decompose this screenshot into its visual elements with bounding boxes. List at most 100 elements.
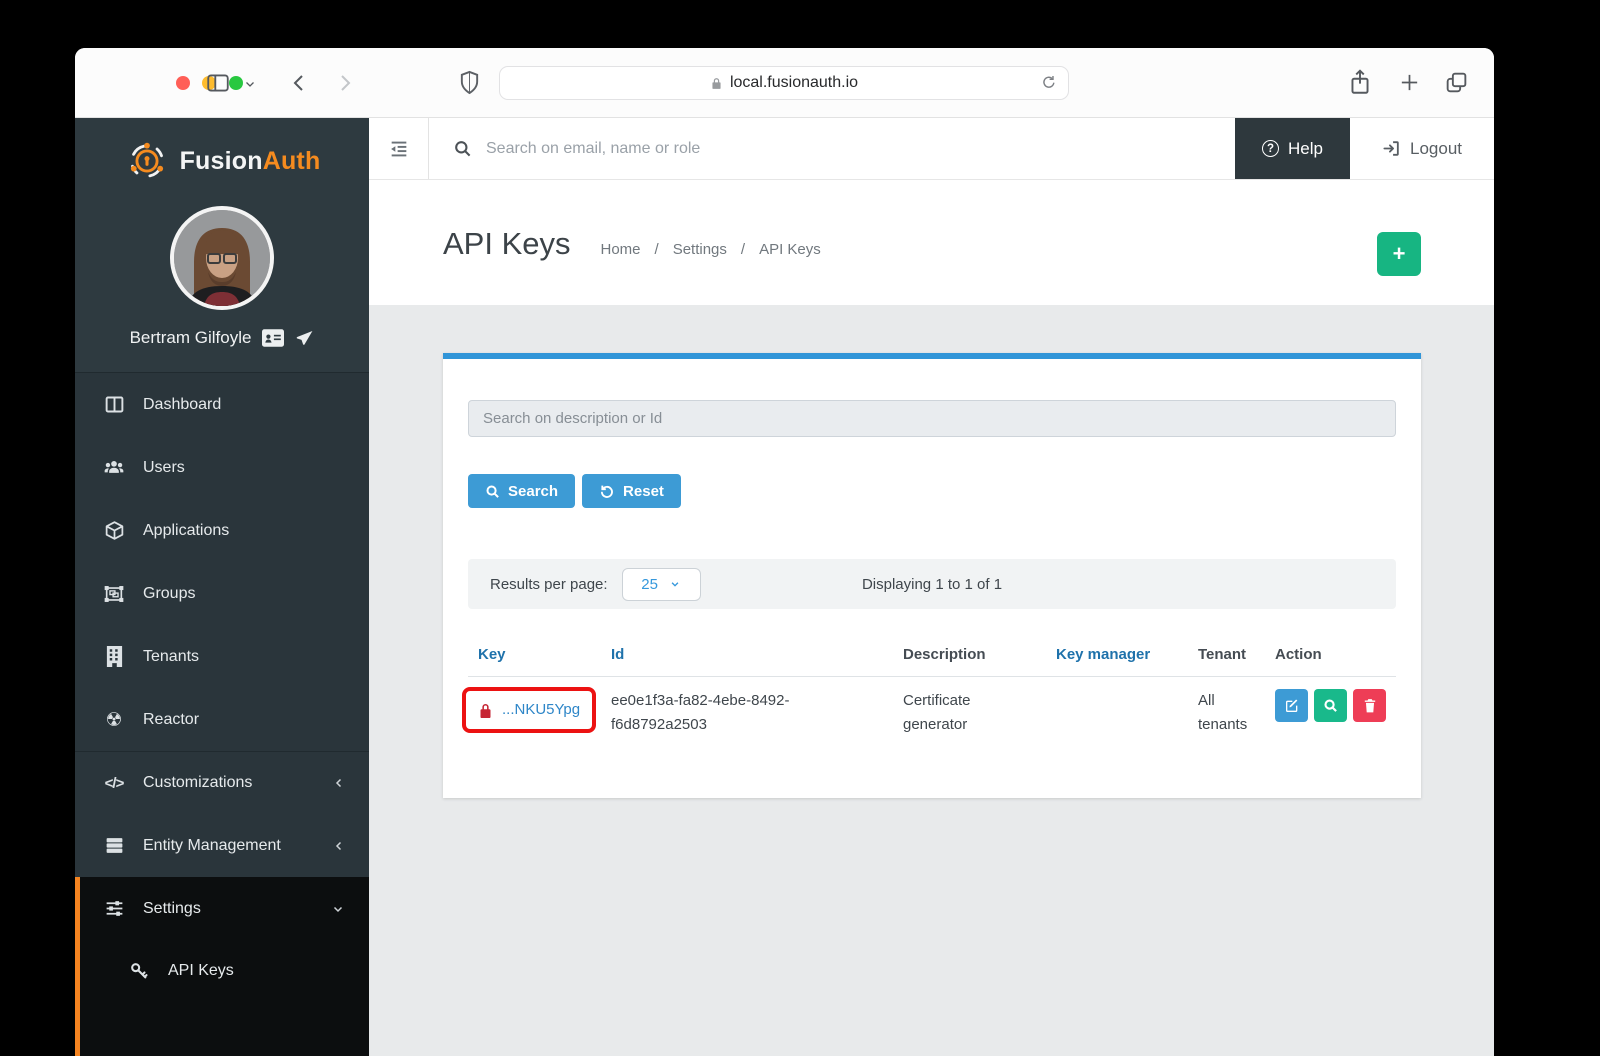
annotation-highlight-box: ...NKU5Ypg xyxy=(462,687,596,733)
results-per-page-select[interactable]: 25 xyxy=(622,568,701,601)
sidebar-item-tenants[interactable]: Tenants xyxy=(75,625,369,688)
sidebar-item-api-keys[interactable]: API Keys xyxy=(80,940,369,1002)
tls-lock-icon xyxy=(710,76,723,91)
results-bar: Results per page: 25 Displaying 1 to 1 o… xyxy=(468,559,1396,609)
undo-icon xyxy=(599,483,615,499)
api-key-link[interactable]: ...NKU5Ypg xyxy=(502,698,580,722)
user-avatar xyxy=(170,206,274,310)
tab-overview-icon[interactable] xyxy=(1444,70,1469,95)
sidebar-item-customizations[interactable]: </> Customizations xyxy=(75,751,369,814)
nav-label: Entity Management xyxy=(143,837,281,855)
nav-label: Settings xyxy=(143,900,201,918)
logout-button[interactable]: Logout xyxy=(1350,118,1494,179)
action-cell xyxy=(1265,689,1396,722)
chevron-left-icon xyxy=(333,776,345,790)
column-header-action: Action xyxy=(1265,646,1396,663)
browser-toolbar: local.fusionauth.io xyxy=(75,48,1494,118)
close-window-button[interactable] xyxy=(176,76,190,90)
sidebar-header: FusionAuth Bert xyxy=(75,118,369,373)
share-icon[interactable] xyxy=(1347,68,1373,96)
reload-icon[interactable] xyxy=(1040,74,1058,92)
sidebar-item-entity-management[interactable]: Entity Management xyxy=(75,814,369,877)
edit-key-button[interactable] xyxy=(1275,689,1308,722)
browser-window: local.fusionauth.io xyxy=(75,48,1494,1056)
sidebar-item-applications[interactable]: Applications xyxy=(75,499,369,562)
sidebar: FusionAuth Bert xyxy=(75,118,369,1056)
paper-plane-icon[interactable] xyxy=(295,329,314,348)
forward-button[interactable] xyxy=(333,71,357,95)
building-icon xyxy=(103,646,125,668)
search-icon xyxy=(1323,698,1338,713)
column-header-description: Description xyxy=(893,646,1046,663)
panel-search-input[interactable] xyxy=(468,400,1396,437)
brand-name-primary: Fusion xyxy=(180,147,263,175)
search-button[interactable]: Search xyxy=(468,474,575,508)
breadcrumb-home[interactable]: Home xyxy=(601,241,641,258)
sidebar-menu-chevron-icon[interactable] xyxy=(244,78,256,90)
nav-label: Users xyxy=(143,459,185,477)
edit-icon xyxy=(1284,698,1300,714)
breadcrumb: Home / Settings / API Keys xyxy=(601,241,821,258)
brand-name-secondary: Auth xyxy=(263,147,321,175)
displaying-text: Displaying 1 to 1 of 1 xyxy=(862,576,1002,593)
users-icon xyxy=(103,457,125,479)
reset-button-label: Reset xyxy=(623,483,664,500)
outdent-icon xyxy=(388,138,410,160)
help-button[interactable]: ? Help xyxy=(1235,118,1350,179)
breadcrumb-separator: / xyxy=(741,241,745,258)
chevron-left-icon xyxy=(333,839,345,853)
url-text: local.fusionauth.io xyxy=(730,74,858,92)
sidebar-toggle-icon[interactable] xyxy=(205,70,231,96)
view-key-button[interactable] xyxy=(1314,689,1347,722)
column-header-key[interactable]: Key xyxy=(468,646,601,663)
breadcrumb-settings[interactable]: Settings xyxy=(673,241,727,258)
table-header-row: Key Id Description Key manager Tenant Ac… xyxy=(468,633,1396,677)
logout-label: Logout xyxy=(1410,139,1462,159)
zoom-window-button[interactable] xyxy=(229,76,243,90)
sidebar-item-reactor[interactable]: ☢ Reactor xyxy=(75,688,369,751)
user-name: Bertram Gilfoyle xyxy=(130,328,252,348)
id-cell: ee0e1f3a-fa82-4ebe-8492-f6d8792a2503 xyxy=(611,689,823,737)
nav-label: Dashboard xyxy=(143,396,221,414)
delete-key-button[interactable] xyxy=(1353,689,1386,722)
collapse-sidebar-button[interactable] xyxy=(369,118,429,179)
results-per-page-value: 25 xyxy=(641,576,658,593)
page-title: API Keys xyxy=(443,226,571,262)
id-card-icon[interactable] xyxy=(262,329,284,347)
sign-out-icon xyxy=(1382,139,1401,158)
breadcrumb-separator: / xyxy=(655,241,659,258)
privacy-shield-icon[interactable] xyxy=(458,69,481,96)
app-topbar: ? Help Logout xyxy=(369,118,1494,180)
tenant-cell: All tenants xyxy=(1198,689,1256,737)
global-search-input[interactable] xyxy=(486,140,1235,158)
fusionauth-logo-icon xyxy=(124,138,170,184)
table-row: ...NKU5Ypg ee0e1f3a-fa82-4ebe-8492-f6d87… xyxy=(468,677,1396,737)
address-bar[interactable]: local.fusionauth.io xyxy=(499,66,1069,100)
search-icon xyxy=(453,139,472,158)
api-keys-table: Key Id Description Key manager Tenant Ac… xyxy=(468,633,1396,737)
column-header-id[interactable]: Id xyxy=(601,646,893,663)
sidebar-item-groups[interactable]: Groups xyxy=(75,562,369,625)
trash-icon xyxy=(1363,698,1377,713)
search-button-label: Search xyxy=(508,483,558,500)
search-icon xyxy=(485,484,500,499)
global-search xyxy=(429,118,1235,179)
fusionauth-logo: FusionAuth xyxy=(75,118,369,204)
cube-icon xyxy=(103,520,125,542)
sidebar-item-dashboard[interactable]: Dashboard xyxy=(75,373,369,436)
nav-label: Groups xyxy=(143,585,195,603)
add-api-key-button[interactable]: + xyxy=(1377,232,1421,276)
sidebar-settings-group: Settings API Keys xyxy=(75,877,369,1056)
chevron-down-icon xyxy=(331,903,345,915)
chevron-down-icon xyxy=(669,579,681,589)
new-tab-icon[interactable] xyxy=(1398,71,1421,94)
sidebar-item-users[interactable]: Users xyxy=(75,436,369,499)
question-circle-icon: ? xyxy=(1262,140,1279,157)
description-cell: Certificate generator xyxy=(903,689,1013,737)
reset-button[interactable]: Reset xyxy=(582,474,681,508)
sidebar-item-settings[interactable]: Settings xyxy=(80,877,369,940)
sliders-icon xyxy=(103,898,125,920)
back-button[interactable] xyxy=(287,71,311,95)
server-icon xyxy=(103,835,125,857)
column-header-key-manager[interactable]: Key manager xyxy=(1046,646,1188,663)
